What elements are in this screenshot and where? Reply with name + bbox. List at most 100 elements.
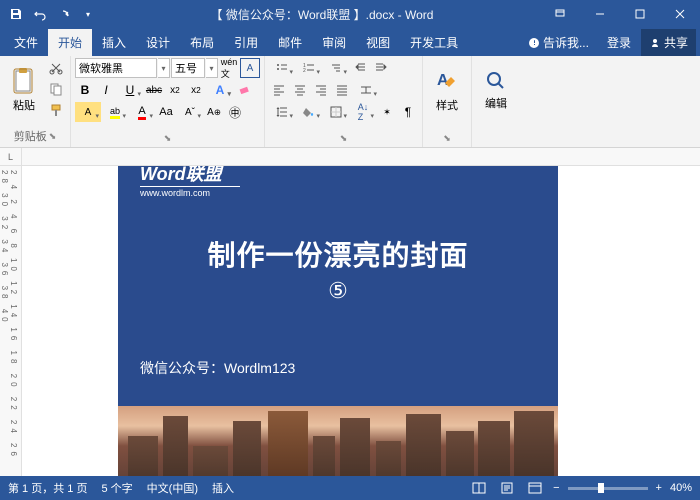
- show-marks-button[interactable]: ✶: [377, 102, 397, 122]
- font-name-drop-icon[interactable]: ▾: [158, 58, 170, 78]
- format-painter-button[interactable]: [46, 100, 66, 120]
- font-size-drop-icon[interactable]: ▾: [206, 58, 218, 78]
- font-color-button[interactable]: A: [129, 102, 155, 122]
- italic-button[interactable]: I: [96, 80, 116, 100]
- editing-label: 编辑: [485, 95, 507, 111]
- borders-button[interactable]: [323, 102, 349, 122]
- strikethrough-button[interactable]: abc: [144, 80, 164, 100]
- tell-me-search[interactable]: 告诉我...: [520, 29, 597, 56]
- tab-insert[interactable]: 插入: [92, 29, 136, 56]
- editing-button[interactable]: 编辑: [476, 58, 516, 122]
- font-launcher-icon[interactable]: ⬊: [164, 133, 172, 144]
- font-size-combo[interactable]: 五号: [171, 58, 205, 78]
- line-spacing-button[interactable]: [269, 102, 295, 122]
- align-right-button[interactable]: [311, 80, 331, 100]
- tab-review[interactable]: 审阅: [312, 29, 356, 56]
- bold-button[interactable]: B: [75, 80, 95, 100]
- tab-developer[interactable]: 开发工具: [400, 29, 468, 56]
- cover-logo-text: Word联盟: [140, 166, 222, 184]
- paste-button[interactable]: 粘贴: [4, 58, 44, 122]
- maximize-button[interactable]: [620, 0, 660, 28]
- cover-logo-url: www.wordlm.com: [140, 186, 240, 198]
- zoom-in-button[interactable]: +: [656, 482, 662, 494]
- zoom-slider[interactable]: [568, 487, 648, 490]
- document-area: L 2 4 2 4 6 8 10 12 14 16 18 20 22 24 26…: [0, 148, 700, 476]
- tell-me-label: 告诉我...: [543, 34, 589, 51]
- group-font: 微软雅黑▾ 五号▾ wén文 A B I U abc x2 x2 A A: [71, 56, 265, 147]
- paragraph-mark-button[interactable]: ¶: [398, 102, 418, 122]
- group-editing: 编辑: [472, 56, 520, 147]
- multilevel-button[interactable]: [323, 58, 349, 78]
- group-clipboard: 粘贴 剪贴板 ⬊: [0, 56, 71, 147]
- qat-customize-icon[interactable]: ▾: [80, 6, 96, 22]
- cut-button[interactable]: [46, 58, 66, 78]
- decrease-indent-button[interactable]: [350, 58, 370, 78]
- zoom-out-button[interactable]: −: [553, 482, 559, 494]
- align-center-button[interactable]: [290, 80, 310, 100]
- paragraph-launcher-icon[interactable]: ⬊: [340, 133, 348, 144]
- undo-icon[interactable]: [32, 6, 48, 22]
- web-layout-icon[interactable]: [525, 479, 545, 497]
- styles-button[interactable]: A 样式: [427, 58, 467, 122]
- character-border-button[interactable]: A: [240, 58, 260, 78]
- subscript-button[interactable]: x2: [165, 80, 185, 100]
- tab-file[interactable]: 文件: [4, 29, 48, 56]
- zoom-level[interactable]: 40%: [670, 482, 692, 494]
- copy-button[interactable]: [46, 79, 66, 99]
- char-shading-button[interactable]: A: [75, 102, 101, 122]
- group-styles: A 样式 ⬊: [423, 56, 472, 147]
- login-link[interactable]: 登录: [597, 29, 641, 56]
- increase-indent-button[interactable]: [371, 58, 391, 78]
- window-controls: [540, 0, 700, 28]
- minimize-button[interactable]: [580, 0, 620, 28]
- insert-mode[interactable]: 插入: [212, 480, 234, 496]
- text-effects-button[interactable]: A: [207, 80, 233, 100]
- shading-button[interactable]: [296, 102, 322, 122]
- font-name-combo[interactable]: 微软雅黑: [75, 58, 157, 78]
- tab-design[interactable]: 设计: [136, 29, 180, 56]
- print-layout-icon[interactable]: [497, 479, 517, 497]
- vertical-ruler[interactable]: L 2 4 2 4 6 8 10 12 14 16 18 20 22 24 26…: [0, 148, 22, 476]
- ruler-corner: L: [0, 148, 22, 166]
- language-indicator[interactable]: 中文(中国): [147, 480, 198, 496]
- grow-font-button[interactable]: Aa: [156, 102, 176, 122]
- tab-references[interactable]: 引用: [224, 29, 268, 56]
- circle-char-button[interactable]: ㊥: [225, 102, 245, 122]
- cover-footer: 微信公众号：Wordlm123: [140, 358, 536, 378]
- read-mode-icon[interactable]: [469, 479, 489, 497]
- sort-button[interactable]: A↓Z: [350, 102, 376, 122]
- superscript-button[interactable]: x2: [186, 80, 206, 100]
- share-label: 共享: [664, 34, 688, 51]
- distribute-button[interactable]: [353, 80, 379, 100]
- clear-format-button[interactable]: [234, 80, 254, 100]
- horizontal-ruler[interactable]: [22, 148, 700, 166]
- tab-mailings[interactable]: 邮件: [268, 29, 312, 56]
- justify-button[interactable]: [332, 80, 352, 100]
- change-case-button[interactable]: Aˇ: [177, 102, 203, 122]
- redo-icon[interactable]: [56, 6, 72, 22]
- close-button[interactable]: [660, 0, 700, 28]
- save-icon[interactable]: [8, 6, 24, 22]
- highlight-button[interactable]: ab: [102, 102, 128, 122]
- ruler-v-numbers: 2 4 2 4 6 8 10 12 14 16 18 20 22 24 26 2…: [0, 166, 18, 476]
- tab-home[interactable]: 开始: [48, 29, 92, 56]
- tab-layout[interactable]: 布局: [180, 29, 224, 56]
- quick-access-toolbar: ▾: [0, 6, 104, 22]
- phonetic-guide-button[interactable]: wén文: [219, 58, 239, 78]
- bullets-button[interactable]: [269, 58, 295, 78]
- share-button[interactable]: 共享: [641, 29, 696, 56]
- ribbon-options-icon[interactable]: [540, 0, 580, 28]
- document-canvas[interactable]: Word联盟 www.wordlm.com 制作一份漂亮的封面 ⑤ 微信公众号：…: [22, 166, 700, 476]
- numbering-button[interactable]: 12: [296, 58, 322, 78]
- clipboard-launcher-icon[interactable]: ⬊: [49, 131, 57, 142]
- align-left-button[interactable]: [269, 80, 289, 100]
- ribbon: 粘贴 剪贴板 ⬊ 微软雅黑▾ 五号▾ wén文 A B I: [0, 56, 700, 148]
- enclose-char-button[interactable]: A⊕: [204, 102, 224, 122]
- cover-panel: Word联盟 www.wordlm.com 制作一份漂亮的封面 ⑤ 微信公众号：…: [118, 166, 558, 406]
- zoom-thumb[interactable]: [598, 483, 604, 493]
- page-indicator[interactable]: 第 1 页，共 1 页: [8, 480, 87, 496]
- styles-launcher-icon[interactable]: ⬊: [443, 133, 451, 144]
- tab-view[interactable]: 视图: [356, 29, 400, 56]
- word-count[interactable]: 5 个字: [101, 480, 132, 496]
- underline-button[interactable]: U: [117, 80, 143, 100]
